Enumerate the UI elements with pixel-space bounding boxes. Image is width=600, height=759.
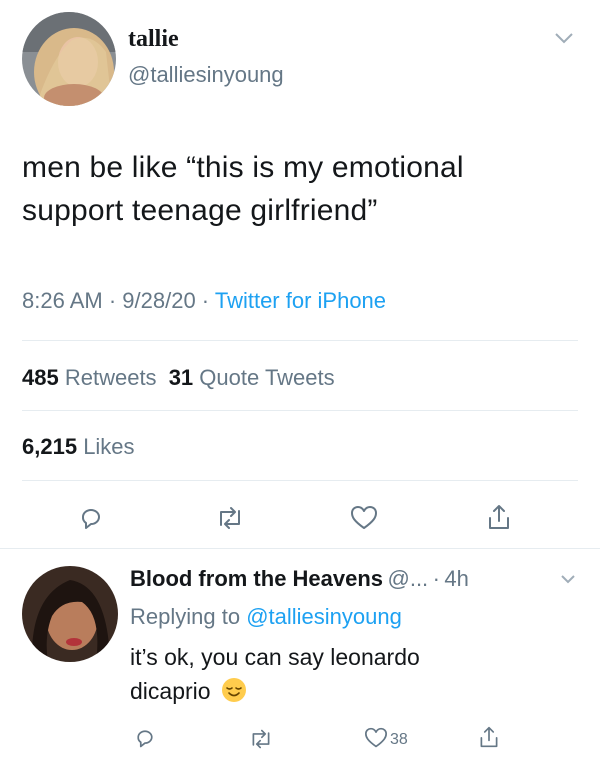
like-icon[interactable] [364,727,388,749]
replying-prefix: Replying to [130,604,241,629]
reply-text-line: dicaprio [130,678,211,704]
chevron-down-icon[interactable] [554,32,574,44]
tweet-text-line: support teenage girlfriend” [22,194,378,227]
reply-author-avatar[interactable] [22,566,118,662]
tweet-text-line: men be like “this is my emotional [22,151,464,184]
divider [22,410,578,411]
reply-icon[interactable] [78,505,104,531]
retweets-label: Retweets [64,365,157,390]
retweet-stats[interactable]: 485 Retweets 31 Quote Tweets [22,365,335,391]
author-name[interactable]: tallie [128,26,179,53]
relieved-face-icon [221,677,247,712]
tweet-time: 8:26 AM [22,288,103,313]
reply-author-name[interactable]: Blood from the Heavens [130,566,383,591]
reply-icon[interactable] [134,727,156,749]
share-icon[interactable] [478,725,500,749]
retweet-icon[interactable] [248,728,274,750]
divider [22,340,578,341]
author-handle[interactable]: @talliesinyoung [128,62,284,88]
like-icon[interactable] [350,505,378,531]
tweet-metadata: 8:26 AM · 9/28/20 · Twitter for iPhone [22,288,387,313]
likes-count: 6,215 [22,434,78,459]
likes-stats[interactable]: 6,215 Likes [22,434,135,460]
reply-author-handle[interactable]: @... [388,566,429,591]
reply-like-count: 38 [390,731,408,748]
divider [22,480,578,481]
author-avatar[interactable] [22,12,116,106]
divider [0,548,600,549]
reply-text-line: it’s ok, you can say leonardo [130,644,420,670]
likes-label: Likes [83,434,135,459]
replying-to: Replying to @talliesinyoung [130,604,402,630]
tweet-source[interactable]: Twitter for iPhone [215,288,386,313]
retweet-icon[interactable] [215,505,245,531]
replying-handle[interactable]: @talliesinyoung [246,604,402,629]
quotes-count: 31 [168,365,194,390]
reply-text: it’s ok, you can say leonardo dicaprio [130,640,420,712]
reply-time[interactable]: 4h [444,566,468,591]
retweets-count: 485 [22,365,59,390]
quotes-label: Quote Tweets [199,365,335,390]
reply-header: Blood from the Heavens @... · 4h [130,566,469,591]
chevron-down-icon[interactable] [560,574,576,584]
tweet-text: men be like “this is my emotional suppor… [22,146,464,232]
tweet-date: 9/28/20 [122,288,196,313]
share-icon[interactable] [486,503,512,531]
